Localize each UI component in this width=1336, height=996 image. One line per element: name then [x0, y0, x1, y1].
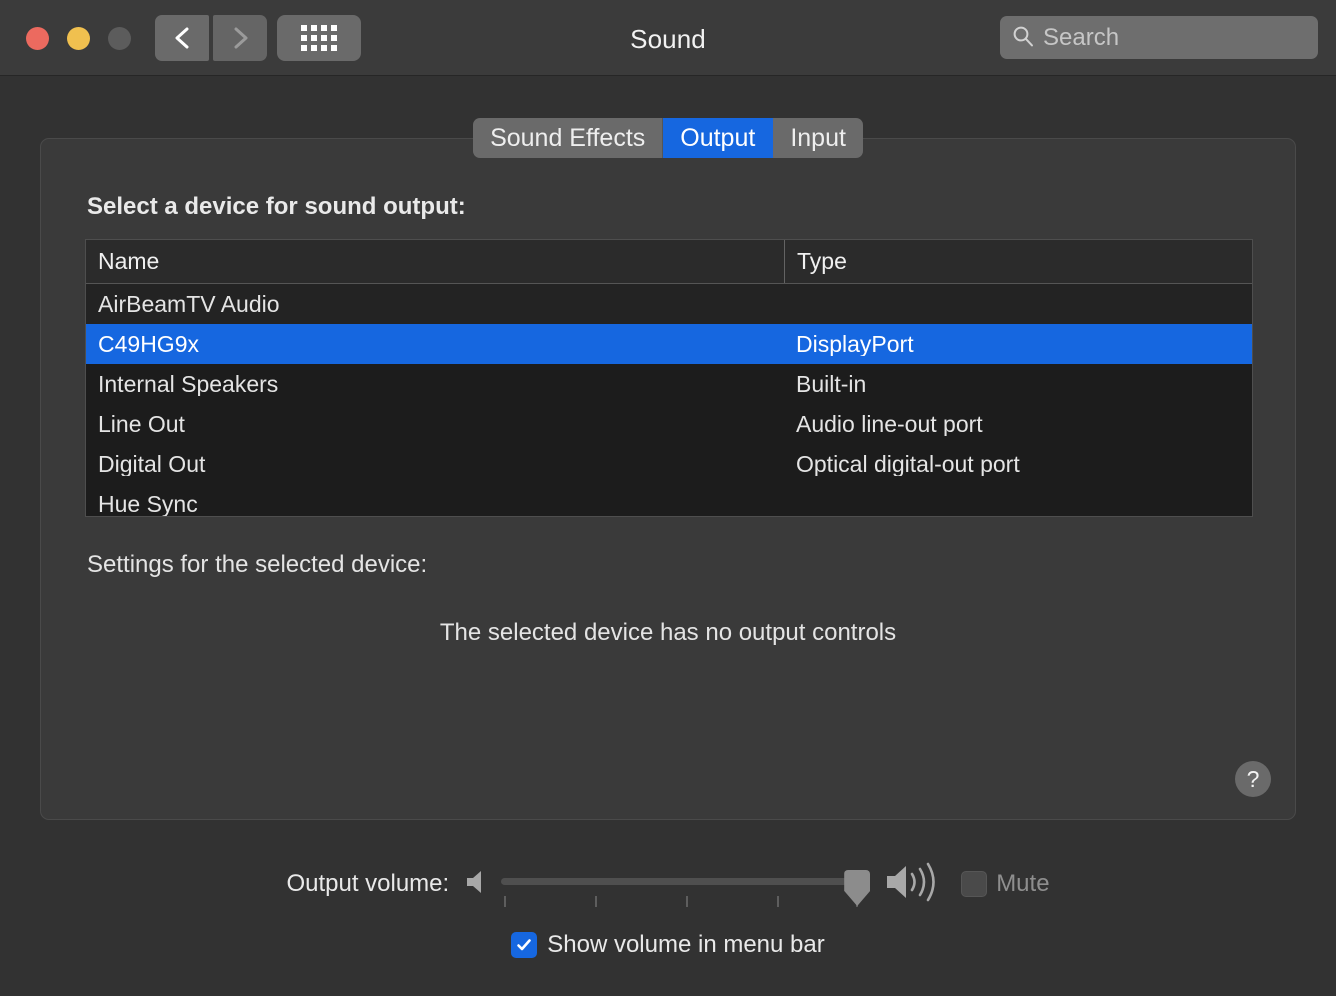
- settings-for-device-label: Settings for the selected device:: [87, 551, 428, 578]
- tab-group: Sound Effects Output Input: [473, 118, 863, 158]
- table-row[interactable]: Internal Speakers Built-in: [86, 364, 1252, 404]
- show-volume-label: Show volume in menu bar: [547, 931, 825, 958]
- device-type: Built-in: [796, 372, 867, 396]
- device-table[interactable]: Name Type AirBeamTV Audio C49HG9x Displa…: [85, 239, 1253, 517]
- device-type: Audio line-out port: [796, 412, 983, 436]
- output-settings-panel: Select a device for sound output: Name T…: [40, 138, 1296, 820]
- device-type: DisplayPort: [796, 332, 914, 356]
- slider-track[interactable]: [501, 878, 870, 885]
- window-titlebar: Sound Search: [0, 0, 1336, 76]
- checkmark-icon: [517, 939, 532, 951]
- output-volume-row: Output volume: Mute: [0, 860, 1336, 908]
- tab-bar: Sound Effects Output Input: [0, 118, 1336, 158]
- output-volume-slider[interactable]: [501, 860, 871, 908]
- device-name: Digital Out: [98, 452, 206, 476]
- mute-label: Mute: [996, 870, 1050, 897]
- mute-checkbox[interactable]: [961, 871, 988, 897]
- table-row[interactable]: C49HG9x DisplayPort: [86, 324, 1252, 364]
- select-device-label: Select a device for sound output:: [87, 193, 466, 220]
- speaker-low-icon: [463, 867, 489, 902]
- output-volume-label: Output volume:: [286, 870, 450, 897]
- speaker-high-icon: [883, 861, 945, 908]
- device-name: C49HG9x: [98, 332, 199, 356]
- table-row[interactable]: AirBeamTV Audio: [86, 284, 1252, 324]
- table-row[interactable]: Hue Sync: [86, 484, 1252, 516]
- device-type: Optical digital-out port: [796, 452, 1020, 476]
- help-button[interactable]: ?: [1235, 761, 1271, 797]
- tab-sound-effects[interactable]: Sound Effects: [473, 118, 664, 158]
- table-body: AirBeamTV Audio C49HG9x DisplayPort Inte…: [86, 284, 1252, 516]
- show-volume-in-menubar-row: Show volume in menu bar: [0, 925, 1336, 965]
- device-name: Internal Speakers: [98, 372, 279, 396]
- tab-input[interactable]: Input: [773, 118, 863, 158]
- device-name: Hue Sync: [98, 492, 198, 516]
- column-header-type[interactable]: Type: [784, 240, 1252, 283]
- search-icon: [1012, 25, 1034, 52]
- table-row[interactable]: Line Out Audio line-out port: [86, 404, 1252, 444]
- search-field[interactable]: Search: [1000, 16, 1318, 59]
- mute-checkbox-group[interactable]: Mute: [961, 870, 1050, 898]
- no-output-controls-message: The selected device has no output contro…: [439, 619, 897, 646]
- sound-preferences-window: Sound Search Sound Effects Output Input …: [0, 0, 1336, 996]
- search-input[interactable]: Search: [1043, 25, 1119, 50]
- tab-output[interactable]: Output: [663, 118, 774, 158]
- device-name: AirBeamTV Audio: [98, 292, 280, 316]
- slider-tick-marks: [501, 896, 869, 908]
- show-volume-checkbox[interactable]: [511, 932, 538, 958]
- column-header-name[interactable]: Name: [86, 240, 784, 283]
- table-row[interactable]: Digital Out Optical digital-out port: [86, 444, 1252, 484]
- device-name: Line Out: [98, 412, 185, 436]
- table-header-row: Name Type: [86, 240, 1252, 284]
